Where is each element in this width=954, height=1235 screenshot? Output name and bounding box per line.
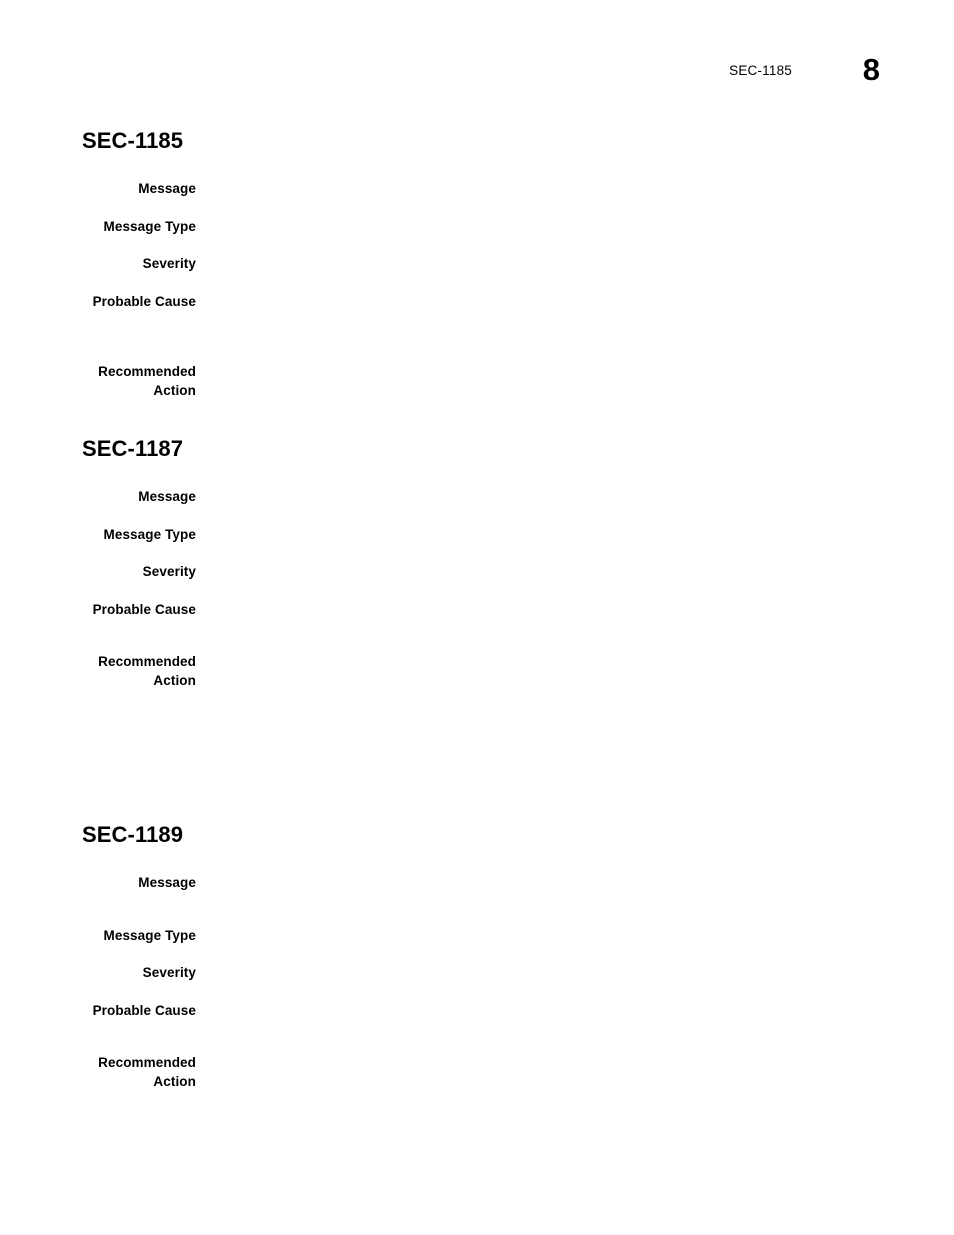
field-label: Recommended Action (98, 364, 196, 398)
field-row-probable-cause: Probable Cause (82, 601, 882, 620)
field-label: Probable Cause (92, 1002, 196, 1018)
field-value (196, 601, 882, 620)
field-value (196, 363, 882, 382)
page-content: SEC-1185 Message Message Type Severity P… (82, 128, 882, 1091)
field-row-message-type: Message Type (82, 526, 882, 545)
section-sec-1185: SEC-1185 Message Message Type Severity P… (82, 128, 882, 400)
section-heading: SEC-1189 (82, 822, 184, 847)
document-page: SEC-1185 8 SEC-1185 Message Message Type (0, 0, 954, 1235)
field-row-message: Message (82, 180, 882, 199)
field-value (196, 488, 882, 507)
field-row-severity: Severity (82, 563, 882, 582)
field-value (196, 255, 882, 274)
field-value (196, 218, 882, 237)
field-value (196, 874, 882, 893)
field-value (196, 180, 882, 199)
field-list: Message Message Type Severity Probable C… (82, 874, 882, 1091)
field-label: Message Type (103, 927, 196, 943)
field-row-message-type: Message Type (82, 927, 882, 946)
field-label: Message (138, 875, 196, 890)
field-label: Recommended Action (98, 654, 196, 688)
section-heading: SEC-1185 (82, 128, 184, 153)
field-list: Message Message Type Severity Probable C… (82, 180, 882, 400)
field-row-probable-cause: Probable Cause (82, 293, 882, 312)
field-row-message: Message (82, 874, 882, 893)
field-row-severity: Severity (82, 255, 882, 274)
field-label: Message (138, 489, 196, 504)
header-chapter-label: SEC-1185 (729, 63, 792, 78)
field-row-probable-cause: Probable Cause (82, 1002, 882, 1021)
field-list: Message Message Type Severity Probable C… (82, 488, 882, 690)
field-label: Probable Cause (92, 293, 196, 309)
field-value (196, 653, 882, 672)
field-value (196, 1002, 882, 1021)
field-value (196, 563, 882, 582)
field-row-message: Message (82, 488, 882, 507)
field-value (196, 526, 882, 545)
field-label: Severity (142, 564, 196, 579)
field-value (196, 964, 882, 983)
field-value (196, 1054, 882, 1073)
field-row-message-type: Message Type (82, 218, 882, 237)
field-label: Message Type (103, 526, 196, 542)
field-row-recommended-action: Recommended Action (82, 1054, 882, 1091)
page-header: SEC-1185 8 (0, 52, 954, 102)
field-label: Probable Cause (92, 601, 196, 617)
field-row-recommended-action: Recommended Action (82, 363, 882, 400)
field-value (196, 927, 882, 946)
field-label: Recommended Action (98, 1055, 196, 1089)
field-row-severity: Severity (82, 964, 882, 983)
section-sec-1189: SEC-1189 Message Message Type Severity P… (82, 822, 882, 1091)
field-label: Severity (142, 256, 196, 271)
field-value (196, 293, 882, 312)
section-heading: SEC-1187 (82, 436, 184, 461)
field-row-recommended-action: Recommended Action (82, 653, 882, 690)
field-label: Severity (142, 965, 196, 980)
section-sec-1187: SEC-1187 Message Message Type Severity P… (82, 436, 882, 690)
field-label: Message (138, 181, 196, 196)
field-label: Message Type (103, 218, 196, 234)
page-number: 8 (862, 52, 880, 87)
